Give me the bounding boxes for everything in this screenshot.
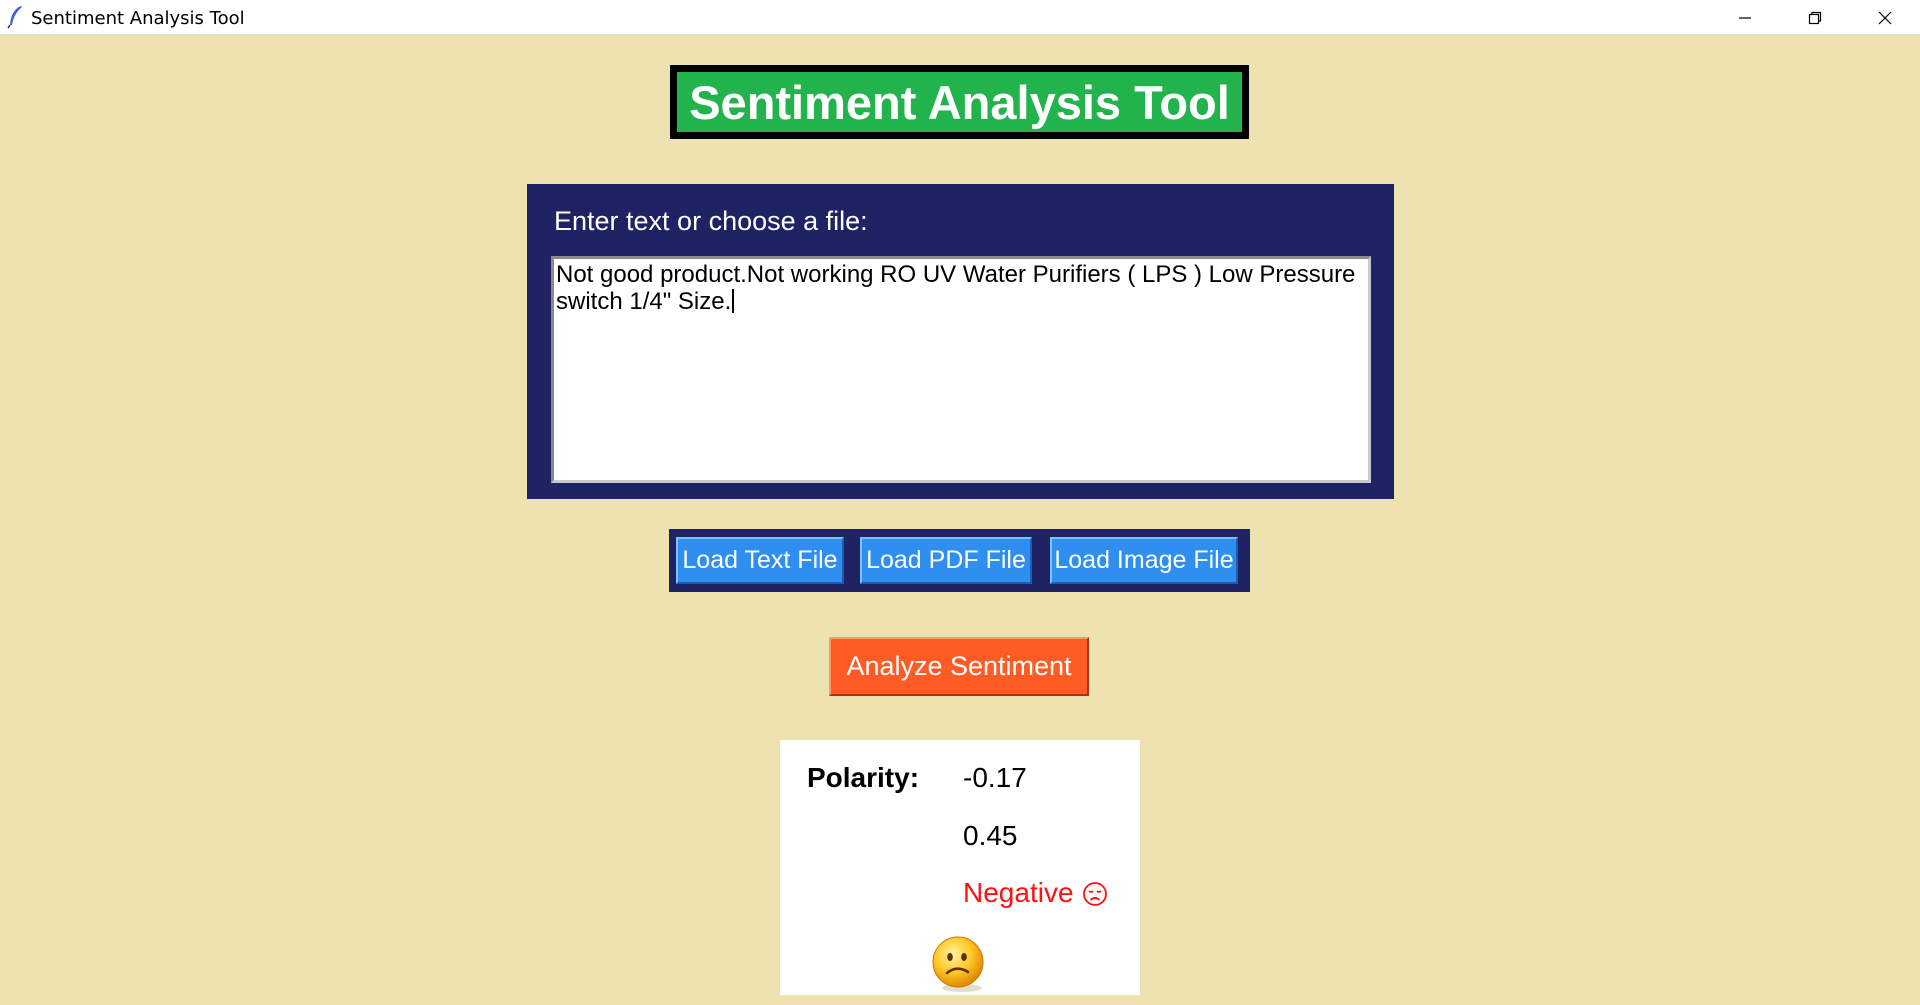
sentiment-result: Negative: [963, 877, 1108, 909]
input-panel: Enter text or choose a file: Not good pr…: [527, 184, 1394, 499]
window-titlebar: Sentiment Analysis Tool: [0, 0, 1920, 35]
file-buttons-panel: Load Text File Load PDF File Load Image …: [669, 529, 1250, 592]
frowning-face-icon: [932, 936, 984, 992]
text-input-area[interactable]: Not good product.Not working RO UV Water…: [551, 256, 1371, 483]
close-icon: [1878, 11, 1892, 24]
text-input-value: Not good product.Not working RO UV Water…: [556, 261, 1356, 315]
minimize-button[interactable]: [1710, 0, 1780, 35]
feather-icon: [7, 6, 22, 29]
minimize-icon: [1739, 16, 1751, 19]
app-body: Sentiment Analysis Tool Enter text or ch…: [0, 35, 1920, 1005]
load-pdf-file-button[interactable]: Load PDF File: [860, 537, 1032, 584]
results-panel: Polarity: -0.17 0.45 Negative: [780, 740, 1140, 995]
close-button[interactable]: [1850, 0, 1920, 35]
subjectivity-value: 0.45: [963, 820, 1018, 851]
input-label: Enter text or choose a file:: [554, 206, 868, 236]
analyze-sentiment-button[interactable]: Analyze Sentiment: [829, 637, 1089, 696]
sentiment-label: Negative: [963, 877, 1074, 908]
polarity-label: Polarity:: [807, 762, 920, 793]
restore-button[interactable]: [1780, 0, 1850, 35]
text-cursor: [732, 289, 735, 313]
window-title: Sentiment Analysis Tool: [31, 8, 245, 29]
load-text-file-button[interactable]: Load Text File: [676, 537, 844, 584]
app-heading: Sentiment Analysis Tool: [670, 65, 1249, 139]
load-image-file-button[interactable]: Load Image File: [1050, 537, 1238, 584]
sad-face-icon: [1082, 882, 1107, 906]
polarity-value: -0.17: [963, 762, 1027, 793]
restore-icon: [1808, 11, 1822, 24]
